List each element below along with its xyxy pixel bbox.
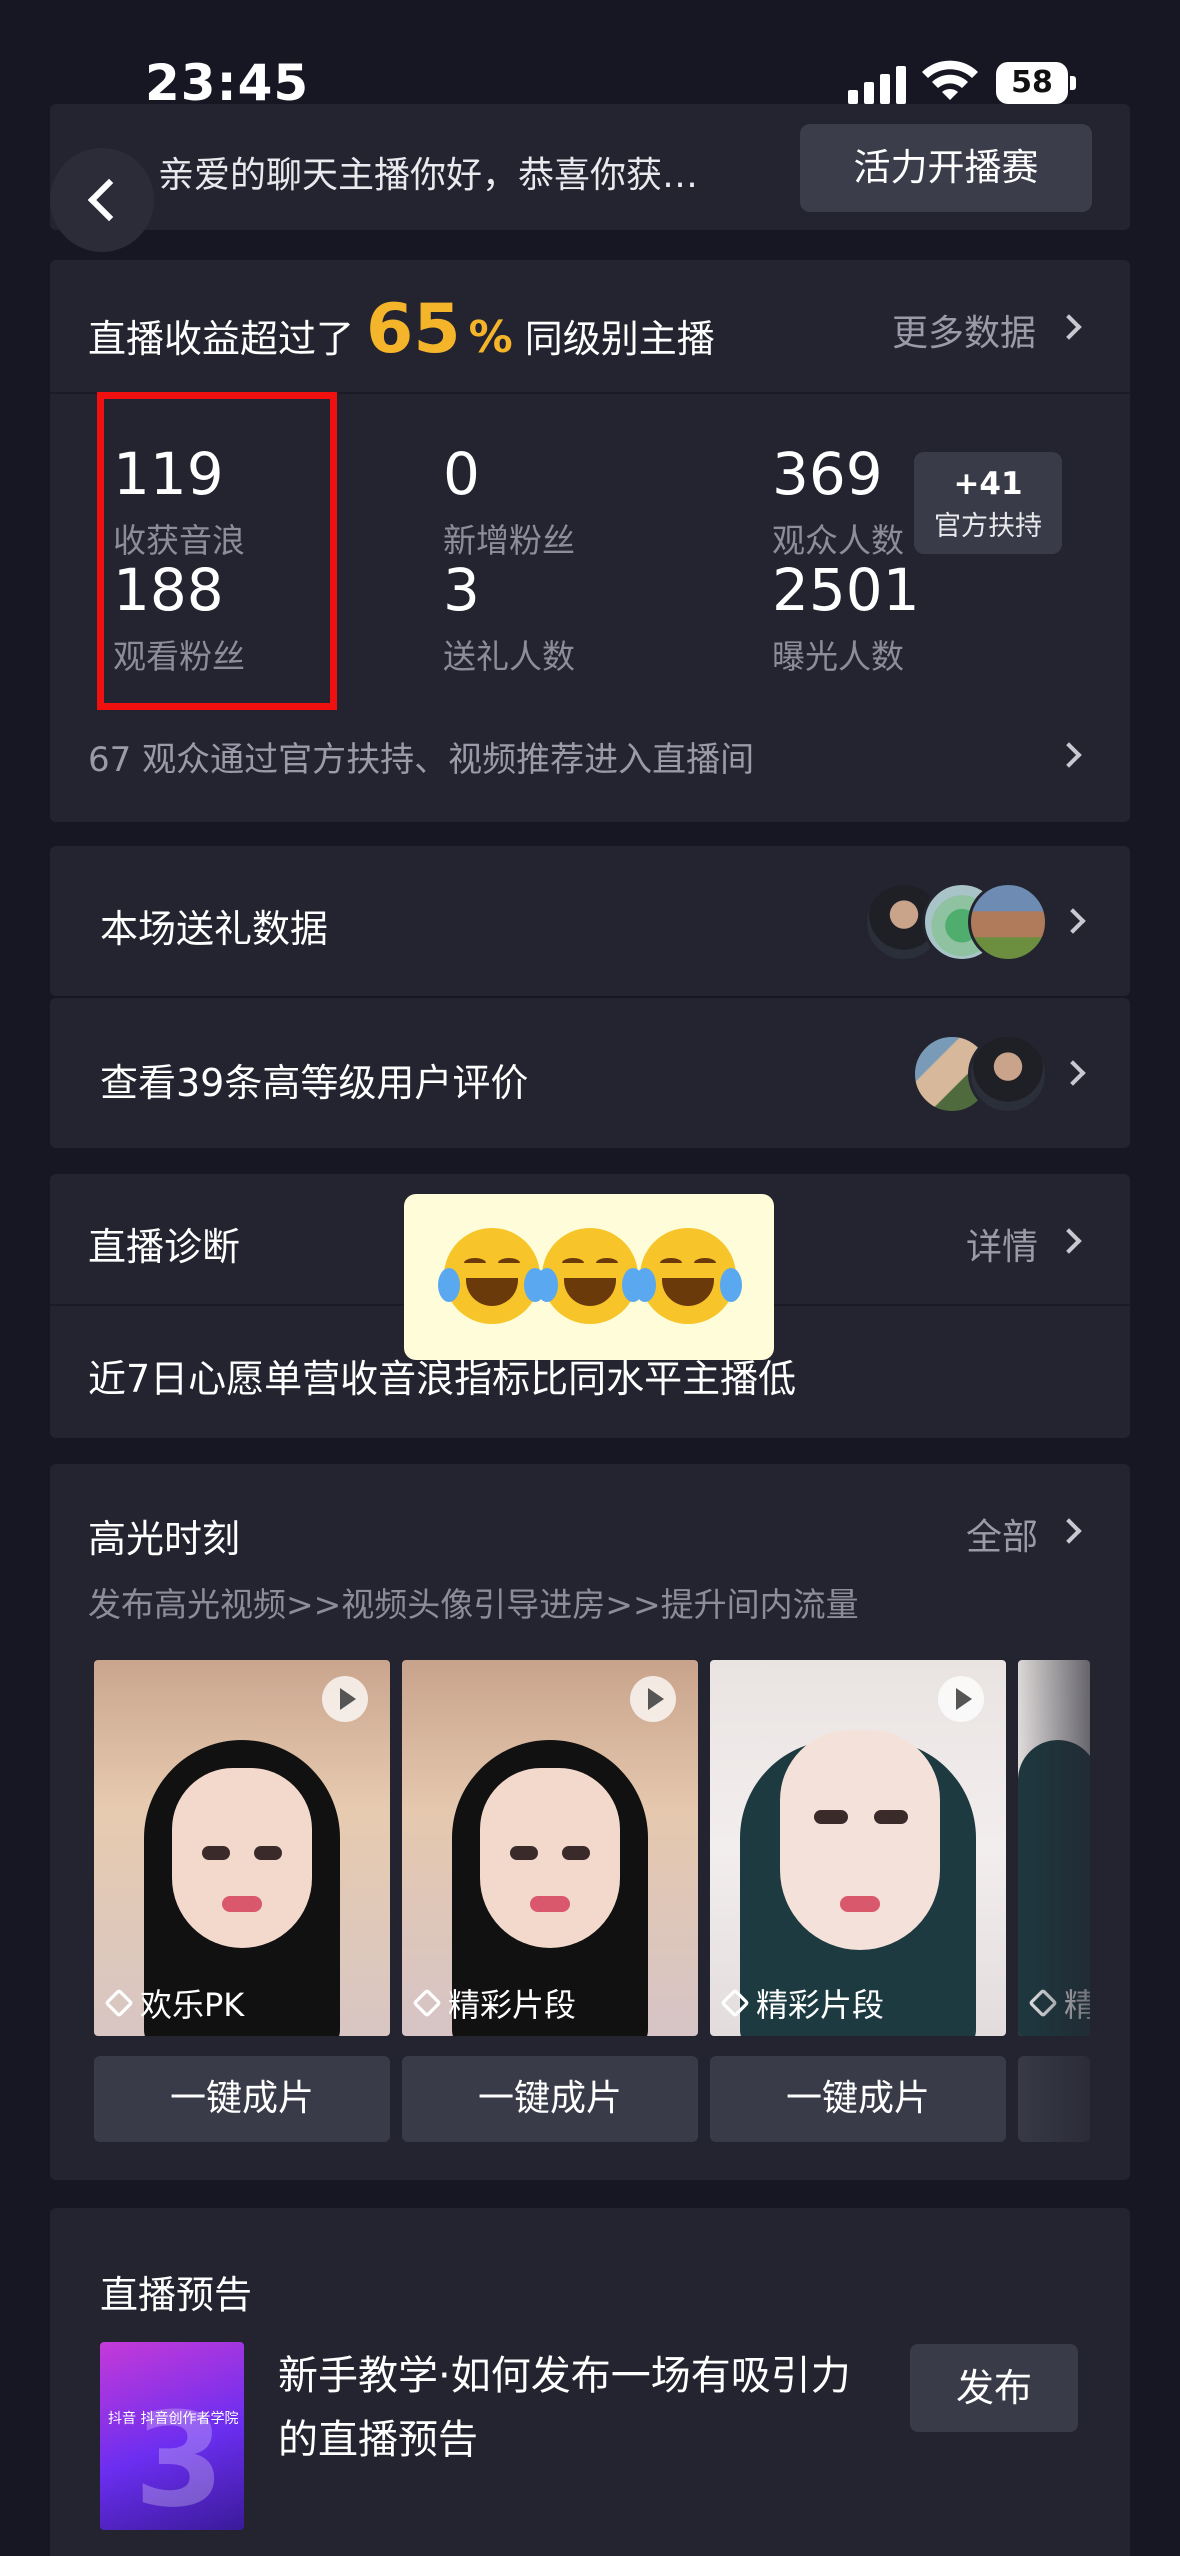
layers-icon — [720, 1988, 750, 2018]
boost-label: 官方扶持 — [934, 511, 1042, 542]
more-data-link[interactable]: 更多数据 — [892, 304, 1036, 356]
clip-caption: 欢乐PK — [140, 1986, 245, 2024]
boost-value: +41 — [953, 466, 1023, 502]
laughing-emoji-icon — [438, 1228, 546, 1324]
one-click-make-button[interactable]: 一键成片 — [710, 2056, 1006, 2142]
play-icon[interactable] — [322, 1676, 368, 1722]
metric-value: 2501 — [772, 556, 920, 624]
metric-label: 新增粉丝 — [443, 521, 575, 560]
tutorial-thumbnail[interactable]: 3 抖音 抖音创作者学院 — [100, 2342, 244, 2530]
wifi-icon — [922, 60, 978, 100]
highlights-subtitle: 发布高光视频>>视频头像引导进房>>提升间内流量 — [88, 1585, 859, 1624]
highlights-all-link[interactable]: 全部 — [966, 1508, 1038, 1560]
headline-prefix: 直播收益超过了 — [88, 317, 355, 361]
scroll-fade — [1010, 1650, 1130, 2150]
metric-label: 曝光人数 — [772, 637, 904, 676]
diagnosis-detail-link[interactable]: 详情 — [966, 1218, 1038, 1270]
emoji-sticker-overlay — [404, 1194, 774, 1360]
banner-text[interactable]: 亲爱的聊天主播你好，恭喜你获… — [158, 146, 778, 198]
avatar — [968, 1034, 1048, 1114]
battery-tip — [1070, 76, 1076, 90]
play-icon[interactable] — [630, 1676, 676, 1722]
metric-value: 369 — [772, 440, 883, 508]
battery-icon: 58 — [996, 62, 1068, 104]
thumbnail-tag: 抖音 抖音创作者学院 — [108, 2411, 239, 2427]
highlight-clip-thumbnail[interactable]: 欢乐PK — [94, 1660, 390, 2036]
activity-contest-button[interactable]: 活力开播赛 — [800, 124, 1092, 212]
tutorial-title[interactable]: 新手教学·如何发布一场有吸引力的直播预告 — [278, 2344, 878, 2472]
metric-value: 3 — [443, 556, 480, 624]
earnings-headline: 直播收益超过了 65 % 同级别主播 — [88, 290, 715, 369]
official-boost-badge[interactable]: +41 官方扶持 — [914, 452, 1062, 554]
signal-icon — [848, 64, 908, 104]
clip-caption: 精彩片段 — [448, 1986, 577, 2024]
one-click-make-button[interactable]: 一键成片 — [402, 2056, 698, 2142]
highlights-title: 高光时刻 — [88, 1517, 241, 1561]
laughing-emoji-icon — [536, 1228, 644, 1324]
avatar — [968, 882, 1048, 962]
highlight-annotation-box — [97, 392, 337, 710]
laughing-emoji-icon — [634, 1228, 742, 1324]
metric-label: 送礼人数 — [443, 637, 575, 676]
back-arrow-icon — [87, 178, 131, 222]
publish-button[interactable]: 发布 — [910, 2344, 1078, 2432]
play-icon[interactable] — [938, 1676, 984, 1722]
percent-value: 65 — [366, 290, 461, 369]
layers-icon — [412, 1988, 442, 2018]
one-click-make-button[interactable]: 一键成片 — [94, 2056, 390, 2142]
layers-icon — [104, 1988, 134, 2018]
highlight-clip-thumbnail[interactable]: 精彩片段 — [710, 1660, 1006, 2036]
metric-label: 观众人数 — [772, 521, 904, 560]
headline-suffix: 同级别主播 — [524, 317, 715, 361]
tutorial-graphic: 3 — [134, 2384, 225, 2530]
highlight-clip-thumbnail[interactable]: 精彩片段 — [402, 1660, 698, 2036]
back-button[interactable] — [50, 148, 154, 252]
review-title: 查看39条高等级用户评价 — [100, 1061, 529, 1105]
metric-value: 0 — [443, 440, 480, 508]
traffic-source-note[interactable]: 67 观众通过官方扶持、视频推荐进入直播间 — [88, 732, 754, 781]
preview-title: 直播预告 — [100, 2273, 253, 2317]
diagnosis-title: 直播诊断 — [88, 1225, 241, 1269]
percent-sign: % — [468, 312, 513, 363]
clip-caption: 精彩片段 — [756, 1986, 885, 2024]
gift-data-title: 本场送礼数据 — [100, 907, 329, 951]
